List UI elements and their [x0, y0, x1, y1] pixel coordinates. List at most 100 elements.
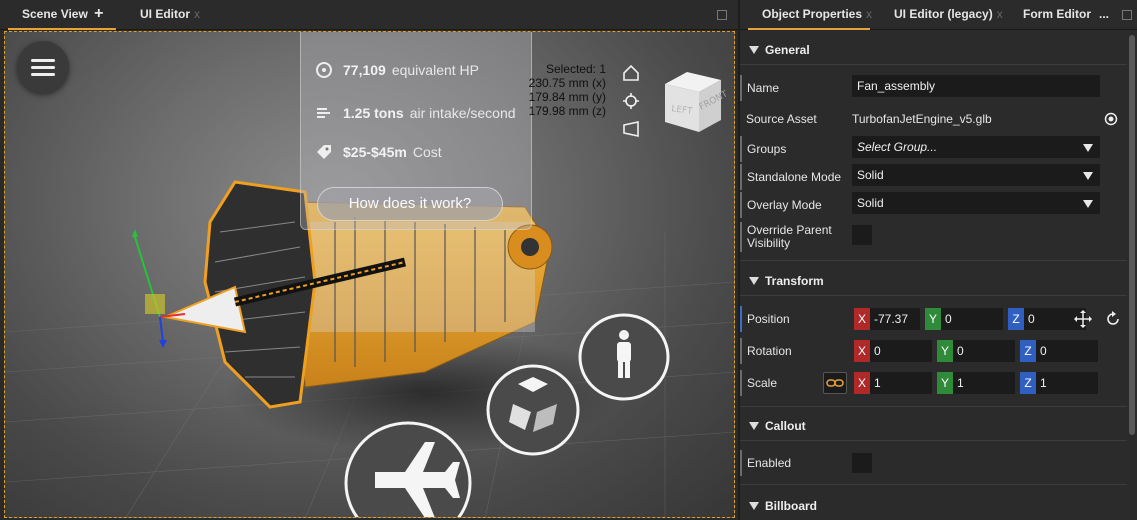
row-standalone-mode: Standalone Mode Solid: [740, 164, 1127, 190]
close-icon[interactable]: x: [997, 7, 1003, 21]
override-visibility-checkbox[interactable]: [852, 225, 872, 245]
tab-form-editor[interactable]: Form Editor: [1023, 0, 1091, 30]
groups-dropdown[interactable]: Select Group...: [852, 136, 1100, 158]
how-does-it-work-button[interactable]: How does it work?: [317, 187, 503, 221]
scene-view-pane: Scene View + UI Editor x 77,109 equivale…: [0, 0, 738, 520]
section-general[interactable]: General: [740, 38, 1127, 64]
selection-info: Selected: 1 230.75 mm (x) 179.84 mm (y) …: [529, 62, 606, 118]
perspective-icon[interactable]: [622, 120, 640, 138]
section-title: General: [765, 43, 810, 57]
collapse-arrow-icon[interactable]: [749, 46, 759, 54]
override-visibility-label: Override Parent Visibility: [740, 222, 832, 252]
hotspot-section-button[interactable]: [486, 364, 580, 456]
tab-ui-editor[interactable]: UI Editor x: [140, 0, 200, 30]
price-tag-icon: [317, 145, 331, 159]
source-asset-label: Source Asset: [746, 112, 817, 126]
right-tab-bar: Object Properties x UI Editor (legacy) x F…: [740, 0, 1137, 30]
position-x-input[interactable]: -77.37: [870, 308, 920, 330]
3d-viewport[interactable]: 77,109 equivalent HP 1.25 tons air intak…: [4, 31, 735, 518]
menu-button[interactable]: [17, 41, 69, 93]
collapse-arrow-icon[interactable]: [749, 277, 759, 285]
reset-icon[interactable]: [1102, 308, 1124, 330]
object-properties-panel: General Name Fan_assembly Source Asset T…: [740, 31, 1127, 520]
row-rotation: Rotation X 0 Y 0 Z 0: [740, 338, 1127, 364]
scale-label: Scale: [740, 370, 777, 396]
axis-z-label: Z: [1020, 372, 1036, 394]
scale-y-input[interactable]: 1: [953, 372, 1015, 394]
scale-z-input[interactable]: 1: [1036, 372, 1098, 394]
target-select-icon[interactable]: [1100, 108, 1122, 130]
tab-label: UI Editor (legacy): [894, 7, 993, 21]
axis-y-label: Y: [937, 372, 953, 394]
tab-scene-view[interactable]: Scene View +: [8, 0, 116, 30]
close-icon[interactable]: x: [866, 7, 872, 21]
row-source-asset: Source Asset TurbofanJetEngine_v5.glb: [740, 106, 1127, 132]
divider: [740, 440, 1127, 441]
scrollbar-thumb[interactable]: [1129, 35, 1135, 435]
dimension-z: 179.98 mm (z): [528, 104, 606, 118]
view-cube[interactable]: LEFT FRONT: [657, 70, 727, 136]
add-icon[interactable]: +: [94, 5, 103, 22]
tab-label: ...: [1099, 7, 1110, 21]
divider: [740, 406, 1127, 407]
home-icon[interactable]: [622, 64, 640, 82]
move-icon[interactable]: [1072, 308, 1094, 330]
divider: [740, 260, 1127, 261]
scale-x-input[interactable]: 1: [870, 372, 932, 394]
tab-object-properties[interactable]: Object Properties x: [748, 0, 872, 30]
section-billboard[interactable]: Billboard: [740, 494, 1127, 520]
position-label: Position: [740, 306, 790, 332]
selected-count: Selected: 1: [545, 62, 606, 76]
info-card: 77,109 equivalent HP 1.25 tons air intak…: [300, 32, 532, 230]
rotation-y-input[interactable]: 0: [953, 340, 1015, 362]
properties-scrollbar[interactable]: [1127, 31, 1137, 520]
section-title: Billboard: [765, 499, 818, 513]
row-overlay-mode: Overlay Mode Solid: [740, 192, 1127, 218]
callout-enabled-checkbox[interactable]: [852, 453, 872, 473]
chevron-down-icon: [1083, 144, 1093, 152]
section-title: Transform: [765, 274, 824, 288]
position-vector: X -77.37 Y 0 Z 0: [854, 308, 1086, 330]
groups-label: Groups: [740, 136, 786, 162]
hotspot-person-button[interactable]: [578, 313, 670, 401]
standalone-mode-dropdown[interactable]: Solid: [852, 164, 1100, 186]
transform-gizmo[interactable]: [132, 229, 186, 348]
overlay-mode-label: Overlay Mode: [740, 192, 822, 218]
name-input[interactable]: Fan_assembly: [852, 75, 1100, 97]
collapse-arrow-icon[interactable]: [749, 422, 759, 430]
position-y-input[interactable]: 0: [941, 308, 1003, 330]
axis-x-label: X: [854, 372, 870, 394]
section-transform[interactable]: Transform: [740, 269, 1127, 295]
info-value: $25-$45m: [343, 144, 407, 160]
axis-y-label: Y: [937, 340, 953, 362]
row-name: Name Fan_assembly: [740, 75, 1127, 101]
info-row-hp: 77,109 equivalent HP: [315, 59, 479, 81]
axis-x-label: X: [854, 308, 870, 330]
axis-z-label: Z: [1020, 340, 1036, 362]
groups-value: Select Group...: [857, 140, 938, 154]
tab-label: UI Editor: [140, 7, 190, 21]
info-label: air intake/second: [409, 105, 516, 121]
row-callout-enabled: Enabled: [740, 450, 1127, 476]
maximize-icon[interactable]: [1122, 10, 1132, 20]
collapse-arrow-icon[interactable]: [749, 502, 759, 510]
tab-overflow-menu[interactable]: ...: [1099, 0, 1109, 30]
gauge-icon: [316, 62, 332, 78]
left-tab-bar: Scene View + UI Editor x: [0, 0, 738, 30]
link-scale-button[interactable]: [823, 372, 847, 394]
enabled-label: Enabled: [740, 450, 791, 476]
maximize-icon[interactable]: [717, 10, 727, 20]
overlay-mode-dropdown[interactable]: Solid: [852, 192, 1100, 214]
row-position: Position X -77.37 Y 0 Z 0: [740, 306, 1127, 332]
section-title: Callout: [765, 419, 806, 433]
rotation-x-input[interactable]: 0: [870, 340, 932, 362]
rotation-z-input[interactable]: 0: [1036, 340, 1098, 362]
rotation-label: Rotation: [740, 338, 792, 364]
info-row-cost: $25-$45m Cost: [315, 141, 442, 163]
tab-label: Scene View: [22, 7, 88, 21]
focus-target-icon[interactable]: [622, 92, 640, 110]
close-icon[interactable]: x: [194, 7, 200, 21]
tab-ui-editor-legacy[interactable]: UI Editor (legacy) x: [894, 0, 1003, 30]
section-callout[interactable]: Callout: [740, 414, 1127, 440]
axis-z-label: Z: [1008, 308, 1024, 330]
